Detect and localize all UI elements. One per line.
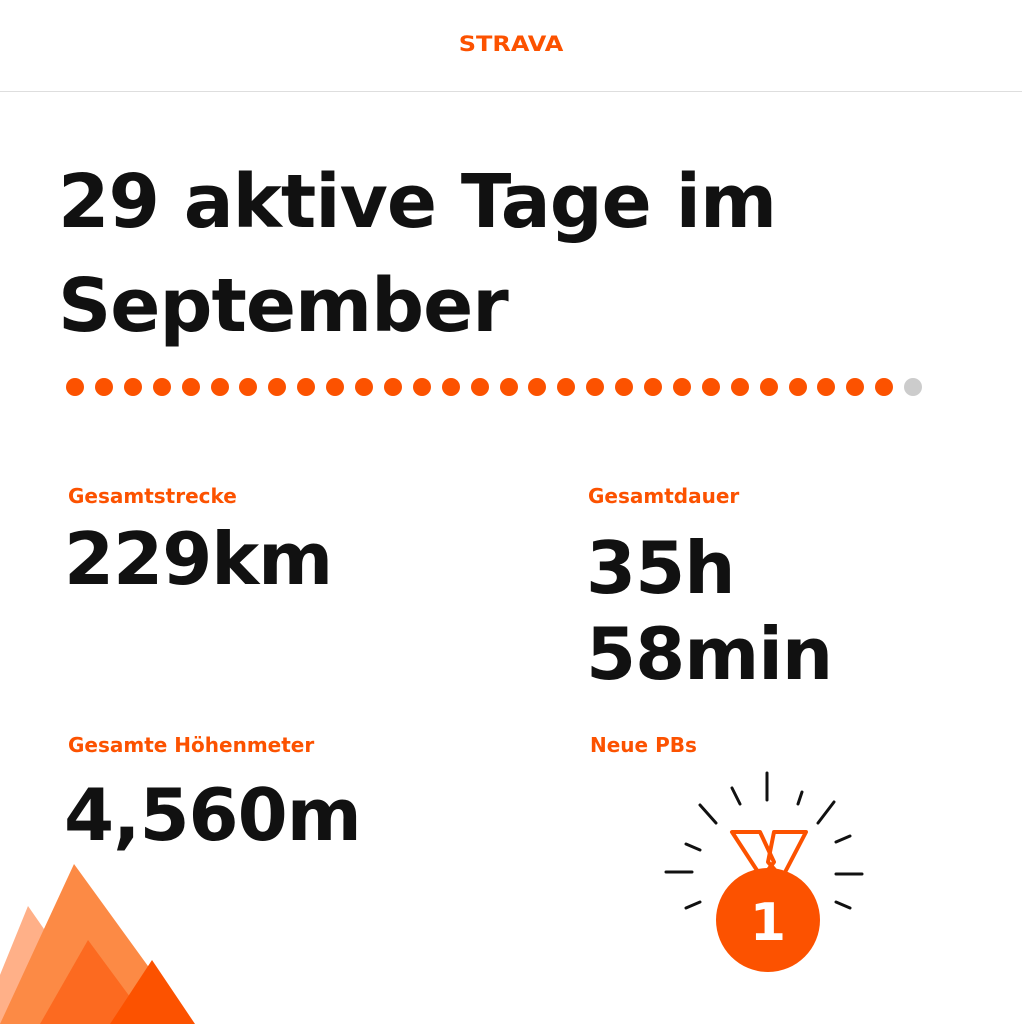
duration-value: 35h 58min — [586, 525, 833, 697]
active-day-dot — [152, 378, 171, 396]
active-day-dot — [817, 378, 836, 396]
active-day-dot — [528, 378, 547, 396]
active-day-dot — [846, 378, 865, 396]
active-day-dot — [730, 378, 749, 396]
active-day-dot — [210, 378, 229, 396]
active-day-dot — [470, 378, 489, 396]
active-day-dot — [644, 378, 662, 396]
duration-hours: 35h — [586, 526, 735, 610]
title-line-2: September — [58, 263, 509, 349]
active-day-dot — [268, 378, 287, 396]
active-day-dot — [297, 378, 316, 396]
active-day-dot — [557, 378, 576, 396]
strava-logo: STRAVA — [458, 31, 564, 57]
active-day-dot — [788, 378, 807, 396]
active-day-dot — [326, 378, 345, 396]
mountains-icon — [0, 864, 195, 1024]
active-day-dot — [94, 378, 113, 396]
active-day-dot — [759, 378, 778, 396]
active-day-dot — [672, 378, 691, 396]
pbs-count: 1 — [750, 893, 786, 953]
header: STRAVA — [0, 0, 1022, 92]
active-day-dot — [441, 378, 460, 396]
inactive-day-dot — [904, 378, 923, 396]
active-day-dot — [66, 378, 84, 396]
active-day-dot — [355, 378, 373, 396]
active-day-dot — [123, 378, 142, 396]
pbs-label: Neue PBs — [590, 733, 697, 757]
active-days-tracker — [66, 378, 946, 398]
distance-label: Gesamtstrecke — [68, 484, 237, 508]
active-day-dot — [615, 378, 634, 396]
duration-minutes: 58min — [586, 612, 833, 696]
active-day-dot — [181, 378, 200, 396]
title-line-1: 29 aktive Tage im — [58, 159, 777, 245]
active-day-dot — [412, 378, 431, 396]
active-day-dot — [875, 378, 894, 396]
active-day-dot — [239, 378, 258, 396]
elevation-value: 4,560m — [64, 773, 362, 857]
distance-value: 229km — [64, 517, 333, 601]
page-title: 29 aktive Tage im September — [58, 150, 958, 358]
elevation-label: Gesamte Höhenmeter — [68, 733, 315, 757]
active-day-dot — [383, 378, 402, 396]
duration-label: Gesamtdauer — [588, 484, 740, 508]
active-day-dot — [701, 378, 720, 396]
active-day-dot — [586, 378, 605, 396]
active-day-dot — [499, 378, 518, 396]
medal-icon: 1 — [664, 771, 864, 972]
